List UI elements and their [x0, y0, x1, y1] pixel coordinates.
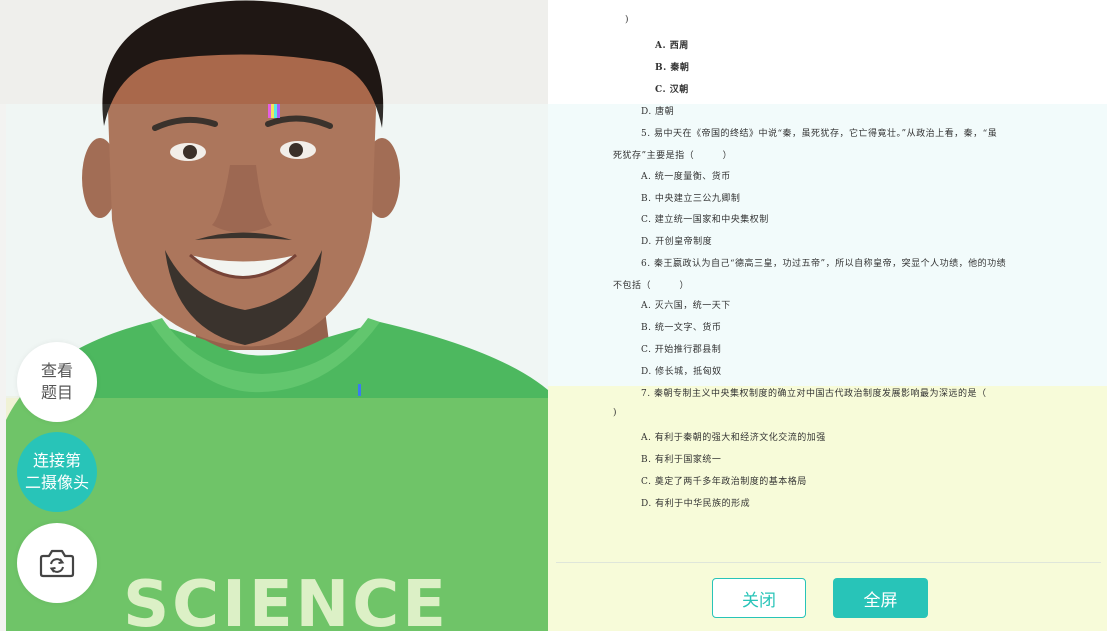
question-line: C. 奠定了两千多年政治制度的基本格局	[641, 477, 807, 487]
question-line: A. 有利于秦朝的强大和经济文化交流的加强	[641, 433, 826, 443]
question-line: )	[625, 15, 630, 25]
shirt-text: SCIENCE	[123, 568, 449, 631]
question-line: 5. 易中天在《帝国的终结》中说“秦，虽死犹存，它亡得竟壮。”从政治上看，秦，“…	[641, 129, 998, 139]
question-line: C. 汉朝	[655, 85, 689, 95]
footer-divider	[556, 562, 1101, 563]
question-line: D. 开创皇帝制度	[641, 237, 713, 247]
camera-switch-icon	[39, 549, 75, 578]
question-line: 不包括（ ）	[613, 281, 690, 291]
question-panel: ) A. 西周 B. 秦朝 C. 汉朝 D. 唐朝 5. 易中天在《帝国的终结》…	[548, 0, 1107, 631]
question-line: 6. 秦王嬴政认为自己“德高三皇，功过五帝”，所以自称皇帝，突显个人功绩，他的功…	[641, 259, 1007, 269]
question-line: B. 统一文字、货币	[641, 323, 722, 333]
question-line: B. 秦朝	[655, 63, 690, 73]
connect-second-camera-label: 连接第 二摄像头	[24, 451, 89, 492]
question-line: D. 唐朝	[641, 107, 675, 117]
question-line: 死犹存”主要是指（ ）	[613, 151, 733, 161]
panel-footer: 关闭 全屏	[548, 562, 1107, 631]
question-line: D. 修长城，抵匈奴	[641, 367, 722, 377]
question-line: )	[613, 408, 618, 418]
switch-camera-button[interactable]	[17, 523, 97, 603]
camera-feed: SCIENCE 查看 题目 连接第 二摄像头	[0, 0, 548, 631]
fullscreen-button[interactable]: 全屏	[833, 578, 928, 618]
question-line: 7. 秦朝专制主义中央集权制度的确立对中国古代政治制度发展影响最为深远的是（	[641, 389, 987, 399]
question-line: D. 有利于中华民族的形成	[641, 499, 751, 509]
view-question-button[interactable]: 查看 题目	[17, 342, 97, 422]
question-line: B. 中央建立三公九卿制	[641, 194, 741, 204]
question-line: A. 灭六国，统一天下	[641, 301, 731, 311]
question-line: C. 建立统一国家和中央集权制	[641, 215, 769, 225]
exam-monitor-screen: SCIENCE 查看 题目 连接第 二摄像头) A. 西周 B. 秦朝 C. …	[0, 0, 1107, 631]
question-line: A. 西周	[655, 41, 689, 51]
connect-second-camera-button[interactable]: 连接第 二摄像头	[17, 432, 97, 512]
close-button[interactable]: 关闭	[712, 578, 806, 618]
question-line: A. 统一度量衡、货币	[641, 172, 731, 182]
view-question-label: 查看 题目	[40, 361, 73, 402]
question-line: C. 开始推行郡县制	[641, 345, 722, 355]
question-line: B. 有利于国家统一	[641, 455, 722, 465]
